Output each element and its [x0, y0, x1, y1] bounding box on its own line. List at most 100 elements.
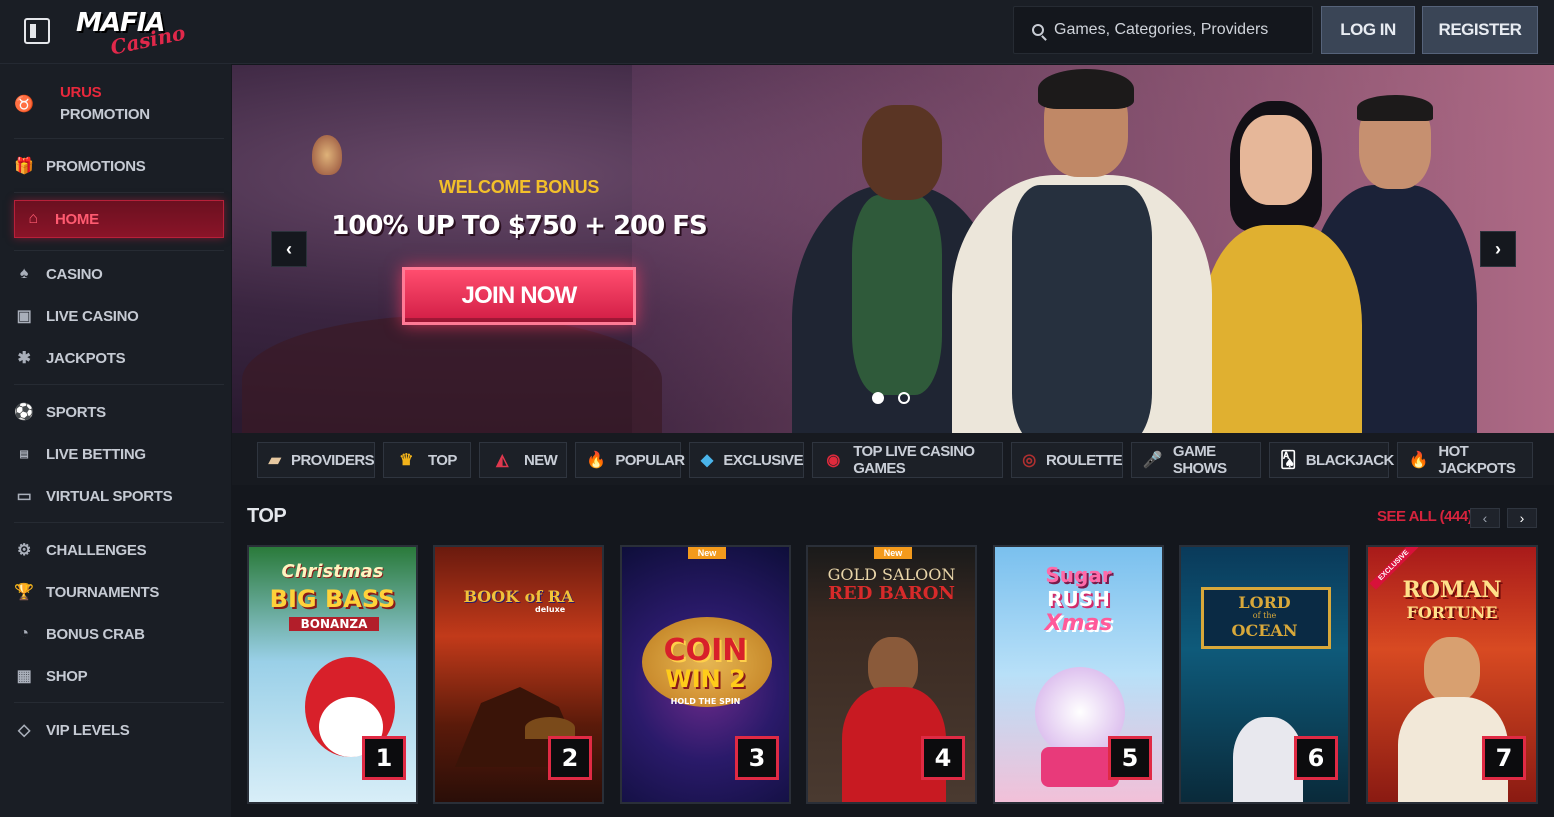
- trophy-icon: 🏆: [14, 584, 34, 601]
- section-title: TOP: [247, 505, 287, 527]
- game-tile-book-of-ra[interactable]: BOOK of RA deluxe 2: [433, 545, 604, 804]
- sidebar-item-tournaments[interactable]: 🏆 TOURNAMENTS: [14, 578, 224, 606]
- hero-character-2: [952, 65, 1212, 433]
- sidebar-item-home[interactable]: ⌂ HOME: [14, 200, 224, 238]
- category-tabs: ▰ PROVIDERS ♛ TOP ◭ NEW 🔥 POPULAR ◆ EXCL…: [232, 433, 1554, 485]
- rank-badge: 2: [548, 736, 592, 780]
- tab-top-live-casino-games[interactable]: ◉ TOP LIVE CASINO GAMES: [812, 442, 1003, 478]
- sidebar-toggle-icon[interactable]: [24, 18, 50, 44]
- rank-badge: 6: [1294, 736, 1338, 780]
- chevron-right-icon: ›: [1519, 510, 1525, 526]
- emperor-head: [1424, 637, 1480, 703]
- sidebar-item-live-betting[interactable]: ▤ LIVE BETTING: [14, 440, 224, 468]
- tab-roulette[interactable]: ◎ ROULETTE: [1011, 442, 1123, 478]
- sidebar-item-promotions[interactable]: 🎁 PROMOTIONS: [14, 152, 224, 180]
- sidebar-item-label: SHOP: [46, 667, 88, 685]
- sidebar-item-label: TOURNAMENTS: [46, 583, 160, 601]
- game-tile-gold-saloon-red-baron[interactable]: New GOLD SALOON RED BARON 4: [806, 545, 977, 804]
- next-slide-button[interactable]: ›: [1480, 231, 1516, 267]
- sidebar-item-jackpots[interactable]: ✱ JACKPOTS: [14, 344, 224, 372]
- hero-character-3: [1202, 95, 1362, 433]
- sidebar-item-label: CASINO: [46, 265, 103, 283]
- sidebar-item-label: LIVE BETTING: [46, 445, 146, 463]
- chip-icon: ◉: [826, 452, 840, 469]
- game-tile-roman-fortune[interactable]: EXCLUSIVE ROMAN FORTUNE 7: [1366, 545, 1538, 804]
- prev-slide-button[interactable]: ‹: [271, 231, 307, 267]
- sidebar-item-urus-promotion[interactable]: ♉ URUS PROMOTION: [14, 80, 224, 128]
- sidebar-item-bonus-crab[interactable]: ◔ BONUS CRAB: [14, 620, 224, 648]
- see-all-link[interactable]: SEE ALL (444): [1377, 508, 1473, 525]
- game-tile-sugar-rush-xmas[interactable]: Sugar RUSH Xmas 5: [993, 545, 1164, 804]
- diamond-icon: ◇: [17, 722, 30, 739]
- game-tagline: HOLD THE SPIN: [670, 697, 741, 706]
- game-subtitle: of the: [1252, 611, 1277, 620]
- slide-dot[interactable]: [898, 392, 910, 404]
- fire-icon: 🔥: [586, 452, 606, 469]
- game-tile-lord-of-the-ocean[interactable]: LORD of the OCEAN 6: [1179, 545, 1350, 804]
- search-input[interactable]: [1054, 21, 1294, 39]
- tab-providers[interactable]: ▰ PROVIDERS: [257, 442, 375, 478]
- sidebar-item-vip-levels[interactable]: ◇ VIP LEVELS: [14, 716, 224, 744]
- game-title: Sugar: [1045, 563, 1112, 587]
- providers-icon: ▰: [268, 452, 281, 469]
- sidebar-item-virtual-sports[interactable]: ▭ VIRTUAL SPORTS: [14, 482, 224, 510]
- sidebar-item-label: PROMOTIONS: [46, 157, 146, 175]
- register-button[interactable]: REGISTER: [1422, 6, 1538, 54]
- hero-banner[interactable]: WELCOME BONUS 100% UP TO $750 + 200 FS J…: [232, 65, 1554, 433]
- casino-logo[interactable]: MAFIA Casino: [76, 6, 188, 60]
- tab-label: BLACKJACK: [1305, 451, 1395, 469]
- join-now-button[interactable]: JOIN NOW: [402, 267, 636, 325]
- game-subtitle: RUSH: [1047, 587, 1110, 611]
- slide-indicators: [872, 392, 910, 404]
- game-tile-coin-win-2[interactable]: New COIN WIN 2 HOLD THE SPIN 3: [620, 545, 791, 804]
- game-tagline: Xmas: [1044, 611, 1113, 636]
- bull-icon: ♉: [14, 96, 34, 113]
- new-badge: New: [688, 547, 726, 559]
- tab-label: NEW: [524, 451, 558, 469]
- game-title: GOLD SALOON: [827, 565, 956, 584]
- live-betting-icon: ▤: [19, 448, 29, 460]
- game-title: COIN: [663, 633, 748, 668]
- tab-exclusive[interactable]: ◆ EXCLUSIVE: [689, 442, 804, 478]
- chevron-right-icon: ›: [1495, 238, 1501, 259]
- sidebar-divider: [14, 384, 224, 385]
- slide-dot-active[interactable]: [872, 392, 884, 404]
- sidebar-item-sports[interactable]: ⚽ SPORTS: [14, 398, 224, 426]
- sidebar-item-live-casino[interactable]: ▣ LIVE CASINO: [14, 302, 224, 330]
- sidebar-divider: [14, 522, 224, 523]
- sidebar-divider: [14, 250, 224, 251]
- tab-popular[interactable]: 🔥 POPULAR: [575, 442, 685, 478]
- tab-top[interactable]: ♛ TOP: [383, 442, 471, 478]
- rank-badge: 5: [1108, 736, 1152, 780]
- sidebar-item-casino[interactable]: ♠ CASINO: [14, 260, 224, 288]
- tab-label: HOT JACKPOTS: [1438, 443, 1516, 477]
- rank-badge: 7: [1482, 736, 1526, 780]
- microphone-icon: 🎤: [1142, 452, 1163, 469]
- game-subtitle: FORTUNE: [1406, 603, 1498, 622]
- tab-label: PROVIDERS: [291, 451, 375, 469]
- tab-hot-jackpots[interactable]: 🔥 HOT JACKPOTS: [1397, 442, 1533, 478]
- scroll-left-button[interactable]: ‹: [1470, 508, 1500, 528]
- game-title: BOOK of RA: [463, 587, 574, 606]
- sidebar: ♉ URUS PROMOTION 🎁 PROMOTIONS ⌂ HOME ♠ C…: [0, 64, 231, 817]
- tab-blackjack[interactable]: 🂡 BLACKJACK: [1269, 442, 1394, 478]
- search-box[interactable]: [1013, 6, 1313, 54]
- game-title: Christmas: [281, 561, 384, 582]
- sidebar-item-shop[interactable]: ▦ SHOP: [14, 662, 224, 690]
- sidebar-item-challenges[interactable]: ⚙ CHALLENGES: [14, 536, 224, 564]
- tab-game-shows[interactable]: 🎤 GAME SHOWS: [1131, 442, 1261, 478]
- tab-label: POPULAR: [615, 451, 685, 469]
- sidebar-item-label: HOME: [55, 210, 99, 228]
- game-tile-christmas-big-bass-bonanza[interactable]: Christmas BIG BASS BONANZA 1: [247, 545, 418, 804]
- top-header: MAFIA Casino LOG IN REGISTER: [0, 0, 1554, 64]
- login-button[interactable]: LOG IN: [1321, 6, 1415, 54]
- game-title: LORD: [1238, 593, 1291, 612]
- scroll-right-button[interactable]: ›: [1507, 508, 1537, 528]
- search-icon: [1032, 24, 1044, 36]
- tab-new[interactable]: ◭ NEW: [479, 442, 567, 478]
- sidebar-item-label: SPORTS: [46, 403, 106, 421]
- challenge-icon: ⚙: [16, 542, 32, 559]
- sidebar-divider: [14, 138, 224, 139]
- sidebar-item-label: VIRTUAL SPORTS: [46, 487, 173, 505]
- sidebar-divider: [14, 702, 224, 703]
